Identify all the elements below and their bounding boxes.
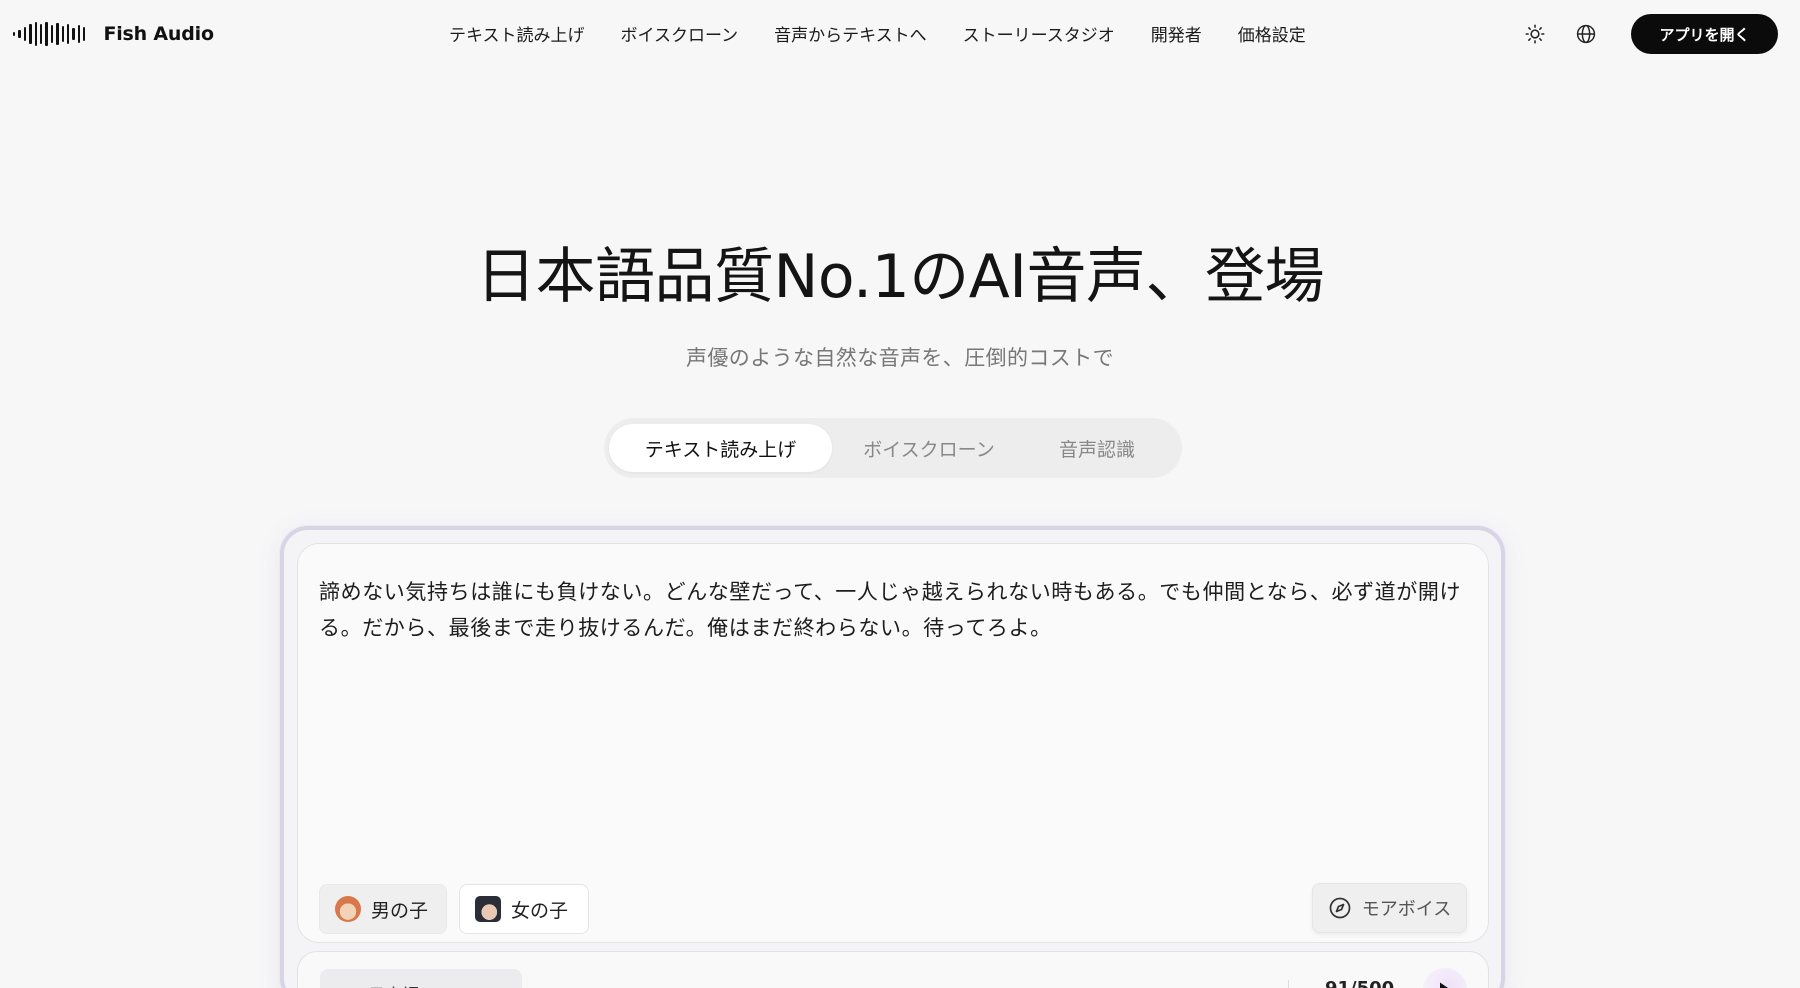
more-voices-label: モアボイス (1361, 899, 1452, 920)
avatar (335, 896, 361, 922)
globe-icon[interactable] (1573, 21, 1599, 47)
voice-chip-girl[interactable]: 女の子 (459, 884, 589, 934)
main-menu: テキスト読み上げ ボイスクローン 音声からテキストへ ストーリースタジオ 開発者… (449, 20, 1306, 46)
toolbar-divider (1288, 980, 1289, 988)
sun-icon[interactable] (1522, 21, 1548, 47)
compass-icon (1328, 896, 1352, 920)
tab-speech-recognition[interactable]: 音声認識 (1024, 424, 1170, 472)
top-nav: Fish Audio テキスト読み上げ ボイスクローン 音声からテキストへ スト… (0, 0, 1800, 68)
avatar (475, 896, 501, 922)
mode-tabs: テキスト読み上げ ボイスクローン 音声認識 (604, 418, 1182, 478)
brand-logo[interactable]: Fish Audio (13, 19, 214, 49)
open-app-button[interactable]: アプリを開く (1631, 14, 1778, 54)
nav-link-story-studio[interactable]: ストーリースタジオ (963, 21, 1115, 46)
page-subtitle: 声優のような自然な音声を、圧倒的コストで (686, 346, 1114, 370)
page-title: 日本語品質No.1のAI音声、登場 (475, 242, 1325, 312)
nav-link-text-to-speech[interactable]: テキスト読み上げ (449, 21, 585, 46)
waveform-logo-icon (13, 19, 86, 49)
tab-text-to-speech[interactable]: テキスト読み上げ (609, 424, 832, 472)
brand-name: Fish Audio (103, 23, 214, 45)
nav-link-developers[interactable]: 開発者 (1151, 21, 1202, 46)
tab-voice-clone[interactable]: ボイスクローン (840, 424, 1018, 472)
nav-link-speech-to-text[interactable]: 音声からテキストへ (774, 21, 927, 46)
voice-chip-label: 男の子 (371, 899, 429, 922)
voice-chip-label: 女の子 (511, 899, 569, 922)
voice-chip-boy[interactable]: 男の子 (319, 884, 447, 934)
nav-link-voice-clone[interactable]: ボイスクローン (621, 21, 739, 46)
nav-link-pricing[interactable]: 価格設定 (1238, 21, 1306, 46)
play-icon (1437, 981, 1453, 988)
character-counter: 91/500 (1325, 978, 1394, 988)
more-voices-button[interactable]: モアボイス (1312, 883, 1467, 933)
language-select[interactable]: 日本語 (320, 969, 522, 988)
tts-text-input[interactable]: 諦めない気持ちは誰にも負けない。どんな壁だって、一人じゃ越えられない時もある。で… (319, 574, 1479, 646)
